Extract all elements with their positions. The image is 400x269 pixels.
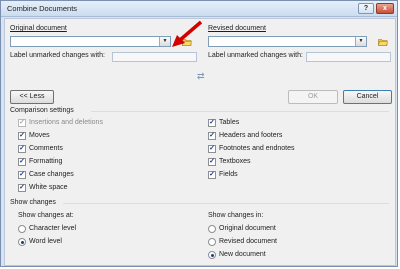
revised-document-radio[interactable] [208,238,216,246]
fields-checkbox[interactable]: ✓ [208,171,216,179]
case-changes-label: Case changes [29,171,74,178]
insertions-deletions-label: Insertions and deletions [29,119,103,126]
original-unmarked-label: Label unmarked changes with: [10,52,105,59]
tables-label: Tables [219,119,240,126]
tables-checkbox[interactable]: ✓ [208,119,216,127]
original-unmarked-input[interactable] [112,52,197,62]
open-folder-icon[interactable] [378,38,388,46]
annotation-arrow [172,20,203,47]
dialog-body: Original document ▼ Label unmarked chang… [4,18,396,266]
title-bar: Combine Documents ? x [1,1,397,17]
revised-document-combo[interactable]: ▼ [208,36,367,47]
original-document-label: Original document [10,25,67,32]
headers-footers-label: Headers and footers [219,132,283,139]
new-document-radio[interactable] [208,251,216,259]
formatting-checkbox[interactable]: ✓ [18,158,26,166]
revised-document-radio-label: Revised document [219,238,277,245]
white-space-checkbox[interactable]: ✓ [18,184,26,192]
original-document-radio-label: Original document [219,225,276,232]
show-changes-divider [63,203,389,204]
original-document-combo[interactable]: ▼ [10,36,171,47]
word-level-radio[interactable] [18,238,26,246]
comments-label: Comments [29,145,63,152]
character-level-label: Character level [29,225,77,232]
fields-label: Fields [219,171,238,178]
show-changes-in-label: Show changes in: [208,212,264,219]
new-document-radio-label: New document [219,251,266,258]
headers-footers-checkbox[interactable]: ✓ [208,132,216,140]
swap-documents-icon[interactable]: ⇄ [197,71,205,82]
window-title: Combine Documents [7,4,78,13]
comments-checkbox[interactable]: ✓ [18,145,26,153]
moves-checkbox[interactable]: ✓ [18,132,26,140]
ok-button[interactable]: OK [288,90,338,104]
chevron-down-icon[interactable]: ▼ [355,37,366,46]
show-changes-header: Show changes [10,199,56,206]
moves-label: Moves [29,132,50,139]
footnotes-endnotes-checkbox[interactable]: ✓ [208,145,216,153]
help-button[interactable]: ? [358,3,374,14]
word-level-label: Word level [29,238,62,245]
insertions-deletions-checkbox[interactable]: ✓ [18,119,26,127]
revised-unmarked-input[interactable] [306,52,391,62]
original-document-radio[interactable] [208,225,216,233]
combine-documents-dialog: Combine Documents ? x Original document … [0,0,398,267]
revised-unmarked-label: Label unmarked changes with: [208,52,303,59]
close-button[interactable]: x [376,3,394,14]
comparison-divider [91,111,389,112]
show-changes-at-label: Show changes at: [18,212,74,219]
case-changes-checkbox[interactable]: ✓ [18,171,26,179]
formatting-label: Formatting [29,158,63,165]
character-level-radio[interactable] [18,225,26,233]
comparison-settings-header: Comparison settings [10,107,74,114]
footnotes-endnotes-label: Footnotes and endnotes [219,145,295,152]
textboxes-label: Textboxes [219,158,251,165]
cancel-button[interactable]: Cancel [343,90,392,104]
revised-document-label: Revised document [208,25,266,32]
white-space-label: White space [29,184,68,191]
textboxes-checkbox[interactable]: ✓ [208,158,216,166]
less-button[interactable]: << Less [10,90,54,104]
